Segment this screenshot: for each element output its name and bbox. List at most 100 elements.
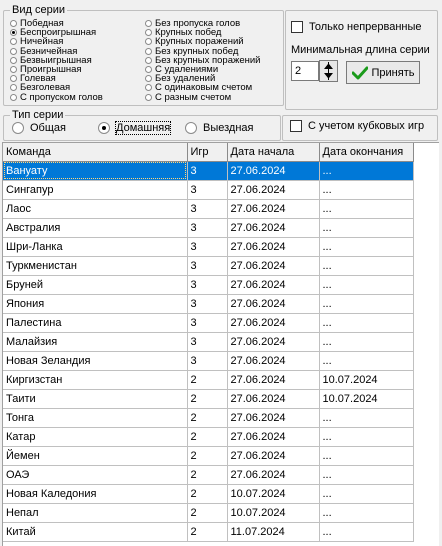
table-row[interactable]: Киргизстан 2 27.06.2024 10.07.2024 xyxy=(3,370,414,390)
cell-team[interactable]: Новая Зеландия xyxy=(3,351,188,371)
table-row[interactable]: Шри-Ланка 3 27.06.2024... xyxy=(3,237,414,257)
table-row[interactable]: Малайзия 3 27.06.2024... xyxy=(3,332,414,352)
table-row[interactable]: ОАЭ 2 27.06.2024... xyxy=(3,465,414,485)
radio-button[interactable] xyxy=(145,75,152,83)
cell-end-date[interactable]: 10.07.2024 xyxy=(319,389,414,409)
cell-end-date[interactable]: ... xyxy=(319,294,414,314)
table-row[interactable]: Новая Каледония 2 10.07.2024... xyxy=(3,484,414,504)
cell-team[interactable]: Бруней xyxy=(3,275,188,295)
column-header-start-date[interactable]: Дата начала xyxy=(227,143,320,162)
cell-team[interactable]: Австралия xyxy=(3,218,188,238)
series-type-option[interactable]: С разным счетом xyxy=(145,92,261,102)
game-type-option-home[interactable]: Домашняя xyxy=(98,121,172,135)
radio-button[interactable] xyxy=(10,47,17,55)
cell-team[interactable]: Лаос xyxy=(3,199,188,219)
cell-games[interactable]: 3 xyxy=(187,256,228,276)
radio-button[interactable] xyxy=(10,66,17,74)
cell-games[interactable]: 3 xyxy=(187,180,228,200)
cell-games[interactable]: 2 xyxy=(187,427,228,447)
cell-start-date[interactable]: 27.06.2024 xyxy=(227,218,320,238)
cell-games[interactable]: 2 xyxy=(187,389,228,409)
cell-start-date[interactable]: 27.06.2024 xyxy=(227,256,320,276)
cell-end-date[interactable]: 10.07.2024 xyxy=(319,370,414,390)
cell-end-date[interactable]: ... xyxy=(319,427,414,447)
cell-start-date[interactable]: 27.06.2024 xyxy=(227,427,320,447)
cell-games[interactable]: 3 xyxy=(187,351,228,371)
cell-games[interactable]: 2 xyxy=(187,465,228,485)
cell-team[interactable]: Таити xyxy=(3,389,188,409)
cell-games[interactable]: 3 xyxy=(187,218,228,238)
cell-end-date[interactable]: ... xyxy=(319,351,414,371)
radio-home[interactable] xyxy=(98,122,110,135)
radio-button[interactable] xyxy=(10,29,17,37)
cell-games[interactable]: 3 xyxy=(187,313,228,333)
cell-start-date[interactable]: 27.06.2024 xyxy=(227,237,320,257)
cell-team[interactable]: Китай xyxy=(3,522,188,542)
column-header-team[interactable]: Команда xyxy=(3,143,188,162)
cell-games[interactable]: 2 xyxy=(187,370,228,390)
table-row[interactable]: Палестина 3 27.06.2024... xyxy=(3,313,414,333)
cell-games[interactable]: 2 xyxy=(187,522,228,542)
cell-end-date[interactable]: ... xyxy=(319,408,414,428)
min-length-input[interactable]: 2 xyxy=(291,61,319,81)
cell-games[interactable]: 3 xyxy=(187,237,228,257)
cell-team[interactable]: Киргизстан xyxy=(3,370,188,390)
radio-button[interactable] xyxy=(10,56,17,64)
table-row[interactable]: Катар 2 27.06.2024... xyxy=(3,427,414,447)
table-row[interactable]: Вануату 3 27.06.2024... xyxy=(3,161,414,181)
series-table[interactable]: Команда Игр Дата начала Дата окончания В… xyxy=(2,142,439,546)
cell-start-date[interactable]: 27.06.2024 xyxy=(227,408,320,428)
table-row[interactable]: Сингапур 3 27.06.2024... xyxy=(3,180,414,200)
cell-team[interactable]: Катар xyxy=(3,427,188,447)
cell-start-date[interactable]: 27.06.2024 xyxy=(227,275,320,295)
column-header-games[interactable]: Игр xyxy=(187,143,228,162)
column-header-end-date[interactable]: Дата окончания xyxy=(319,143,414,162)
cell-end-date[interactable]: ... xyxy=(319,503,414,523)
table-row[interactable]: Китай 2 11.07.2024... xyxy=(3,522,414,542)
cell-games[interactable]: 2 xyxy=(187,484,228,504)
cell-start-date[interactable]: 27.06.2024 xyxy=(227,389,320,409)
radio-away[interactable] xyxy=(185,122,197,135)
radio-button[interactable] xyxy=(10,84,17,92)
game-type-option-general[interactable]: Общая xyxy=(12,122,66,135)
cell-end-date[interactable]: ... xyxy=(319,161,414,181)
cell-team[interactable]: Шри-Ланка xyxy=(3,237,188,257)
radio-button[interactable] xyxy=(10,38,17,46)
radio-button[interactable] xyxy=(145,66,152,74)
radio-button[interactable] xyxy=(10,93,17,101)
cell-start-date[interactable]: 27.06.2024 xyxy=(227,294,320,314)
cell-team[interactable]: Непал xyxy=(3,503,188,523)
cell-end-date[interactable]: ... xyxy=(319,180,414,200)
cup-games-checkbox[interactable]: С учетом кубковых игр xyxy=(290,120,424,133)
radio-button[interactable] xyxy=(145,93,152,101)
cell-end-date[interactable]: ... xyxy=(319,199,414,219)
cell-start-date[interactable]: 27.06.2024 xyxy=(227,313,320,333)
cell-games[interactable]: 2 xyxy=(187,408,228,428)
radio-button[interactable] xyxy=(145,38,152,46)
radio-button[interactable] xyxy=(10,20,17,28)
cell-start-date[interactable]: 27.06.2024 xyxy=(227,465,320,485)
cell-end-date[interactable]: ... xyxy=(319,275,414,295)
cell-team[interactable]: Сингапур xyxy=(3,180,188,200)
table-row[interactable]: Бруней 3 27.06.2024... xyxy=(3,275,414,295)
radio-button[interactable] xyxy=(145,29,152,37)
game-type-option-away[interactable]: Выездная xyxy=(185,122,254,135)
radio-general[interactable] xyxy=(12,122,24,135)
table-row[interactable]: Япония 3 27.06.2024... xyxy=(3,294,414,314)
cell-start-date[interactable]: 27.06.2024 xyxy=(227,332,320,352)
cell-team[interactable]: Новая Каледония xyxy=(3,484,188,504)
cell-end-date[interactable]: ... xyxy=(319,332,414,352)
only-continuous-checkbox[interactable]: Только непрерванные xyxy=(291,21,422,34)
cell-start-date[interactable]: 11.07.2024 xyxy=(227,522,320,542)
cell-start-date[interactable]: 27.06.2024 xyxy=(227,370,320,390)
cell-start-date[interactable]: 10.07.2024 xyxy=(227,503,320,523)
only-continuous-box[interactable] xyxy=(291,21,303,34)
cell-team[interactable]: Йемен xyxy=(3,446,188,466)
cell-team[interactable]: Палестина xyxy=(3,313,188,333)
cell-end-date[interactable]: ... xyxy=(319,313,414,333)
series-type-option[interactable]: С пропуском голов xyxy=(10,92,103,102)
cell-end-date[interactable]: ... xyxy=(319,522,414,542)
cell-team[interactable]: Туркменистан xyxy=(3,256,188,276)
cell-end-date[interactable]: ... xyxy=(319,237,414,257)
radio-button[interactable] xyxy=(145,56,152,64)
